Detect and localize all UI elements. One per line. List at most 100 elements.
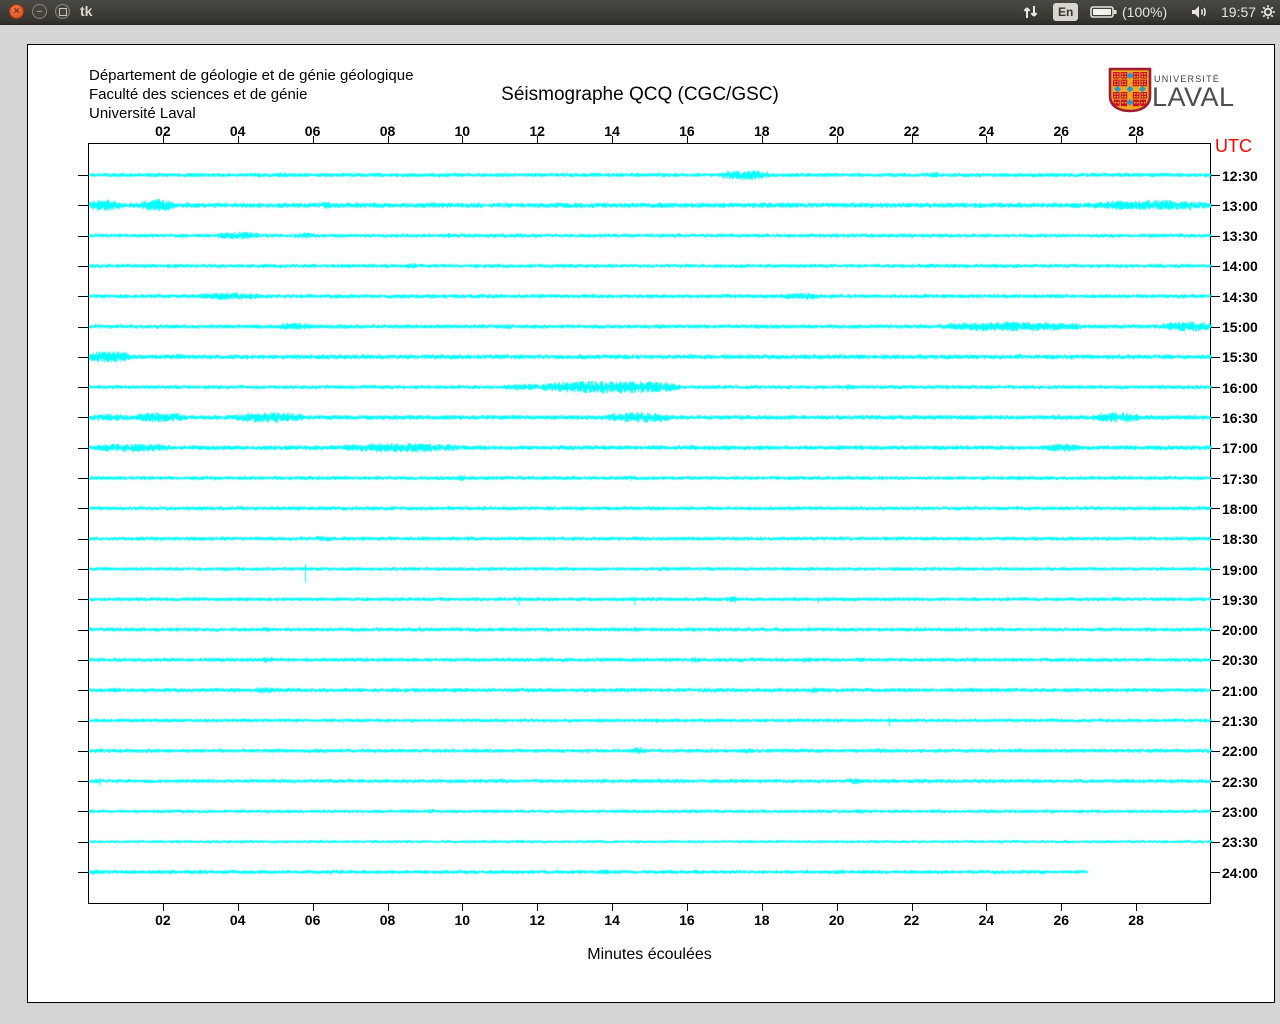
utc-row-label: 13:30: [1222, 228, 1258, 245]
x-tick-bottom: [537, 904, 539, 911]
row-tick-right: [1211, 781, 1220, 783]
utc-row-label: 13:00: [1222, 197, 1258, 214]
utc-row-label: 15:30: [1222, 349, 1258, 366]
x-tick-label-bottom: 24: [978, 912, 995, 928]
row-tick-left: [78, 538, 88, 540]
utc-axis-label: UTC: [1215, 136, 1252, 156]
row-tick-left: [78, 781, 88, 783]
x-tick-bottom: [1061, 904, 1063, 911]
row-tick-left: [78, 629, 88, 631]
row-tick-right: [1211, 356, 1220, 358]
row-tick-left: [78, 417, 88, 419]
row-tick-right: [1211, 811, 1220, 813]
utc-row-label: 23:30: [1222, 834, 1258, 851]
row-tick-right: [1211, 296, 1220, 298]
row-tick-left: [78, 265, 88, 267]
utc-row-label: 18:00: [1222, 500, 1258, 517]
utc-row-label: 16:00: [1222, 379, 1258, 396]
seismogram-traces: [0, 0, 1280, 1024]
row-tick-left: [78, 205, 88, 207]
x-tick-label-top: 08: [379, 123, 396, 139]
x-tick-bottom: [162, 904, 164, 911]
utc-row-label: 21:30: [1222, 713, 1258, 729]
x-tick-bottom: [612, 904, 614, 911]
x-tick-bottom: [986, 904, 988, 911]
row-tick-right: [1211, 599, 1220, 601]
row-tick-right: [1211, 659, 1220, 661]
row-tick-right: [1211, 478, 1220, 479]
row-tick-right: [1211, 235, 1220, 237]
x-tick-label-top: 24: [978, 123, 995, 139]
utc-row-label: 17:30: [1222, 470, 1258, 487]
utc-row-label: 14:00: [1222, 258, 1258, 275]
utc-row-label: 20:00: [1222, 622, 1258, 639]
row-tick-right: [1211, 175, 1220, 176]
row-tick-left: [78, 235, 88, 237]
row-tick-left: [78, 175, 88, 176]
x-tick-bottom: [836, 904, 838, 911]
row-tick-left: [78, 750, 88, 752]
x-tick-label-bottom: 16: [679, 912, 695, 928]
x-tick-label-bottom: 10: [454, 912, 471, 928]
row-tick-left: [78, 296, 88, 298]
x-tick-label-top: 04: [229, 123, 246, 139]
utc-row-label: 22:00: [1222, 743, 1258, 760]
row-tick-left: [78, 872, 88, 873]
row-tick-left: [78, 811, 88, 813]
x-tick-label-top: 06: [304, 123, 321, 139]
row-tick-left: [78, 356, 88, 358]
utc-row-label: 18:30: [1222, 531, 1258, 548]
row-tick-right: [1211, 690, 1220, 692]
row-tick-left: [78, 508, 88, 510]
row-tick-left: [78, 841, 88, 843]
x-tick-bottom: [462, 904, 464, 911]
row-tick-left: [78, 387, 88, 389]
row-tick-left: [78, 447, 88, 449]
x-tick-bottom: [1136, 904, 1138, 911]
x-tick-label-bottom: 02: [155, 912, 171, 928]
utc-row-label: 14:30: [1222, 288, 1258, 305]
row-tick-right: [1211, 387, 1220, 389]
row-tick-left: [78, 690, 88, 692]
utc-row-label: 23:00: [1222, 803, 1258, 820]
x-tick-label-bottom: 14: [604, 912, 620, 928]
row-tick-right: [1211, 265, 1220, 267]
row-tick-left: [78, 326, 88, 328]
row-tick-left: [78, 478, 88, 479]
row-tick-right: [1211, 417, 1220, 419]
utc-row-label: 17:00: [1222, 440, 1258, 457]
row-tick-right: [1211, 508, 1220, 510]
x-tick-label-bottom: 20: [828, 912, 845, 928]
utc-row-label: 12:30: [1222, 167, 1258, 184]
x-tick-label-top: 18: [754, 123, 770, 139]
x-tick-bottom: [761, 904, 763, 911]
utc-row-label: 15:00: [1222, 319, 1258, 335]
row-tick-right: [1211, 447, 1220, 449]
utc-row-label: 22:30: [1222, 773, 1258, 790]
desktop: × – tk En (100%) 19:57: [0, 0, 1280, 1024]
x-tick-bottom: [312, 904, 314, 911]
row-tick-right: [1211, 750, 1220, 752]
x-tick-label-top: 28: [1128, 123, 1144, 139]
x-tick-label-bottom: 22: [903, 912, 920, 928]
x-tick-label-bottom: 18: [754, 912, 770, 928]
row-tick-left: [78, 659, 88, 661]
x-tick-label-top: 12: [529, 123, 545, 139]
utc-row-label: 24:00: [1222, 864, 1258, 881]
utc-row-label: 16:30: [1222, 409, 1258, 426]
row-tick-right: [1211, 841, 1220, 843]
x-tick-bottom: [237, 904, 239, 911]
x-tick-label-bottom: 26: [1053, 912, 1070, 928]
x-tick-bottom: [686, 904, 688, 911]
x-tick-label-top: 20: [828, 123, 845, 139]
x-tick-label-bottom: 12: [529, 912, 545, 928]
x-tick-label-top: 10: [454, 123, 471, 139]
x-tick-label-bottom: 06: [304, 912, 321, 928]
utc-row-label: 19:00: [1222, 561, 1258, 578]
x-tick-label-top: 16: [679, 123, 695, 139]
x-tick-label-top: 22: [903, 123, 920, 139]
x-tick-label-bottom: 28: [1128, 912, 1144, 928]
x-tick-label-bottom: 08: [379, 912, 396, 928]
row-tick-right: [1211, 538, 1220, 540]
x-tick-bottom: [911, 904, 913, 911]
